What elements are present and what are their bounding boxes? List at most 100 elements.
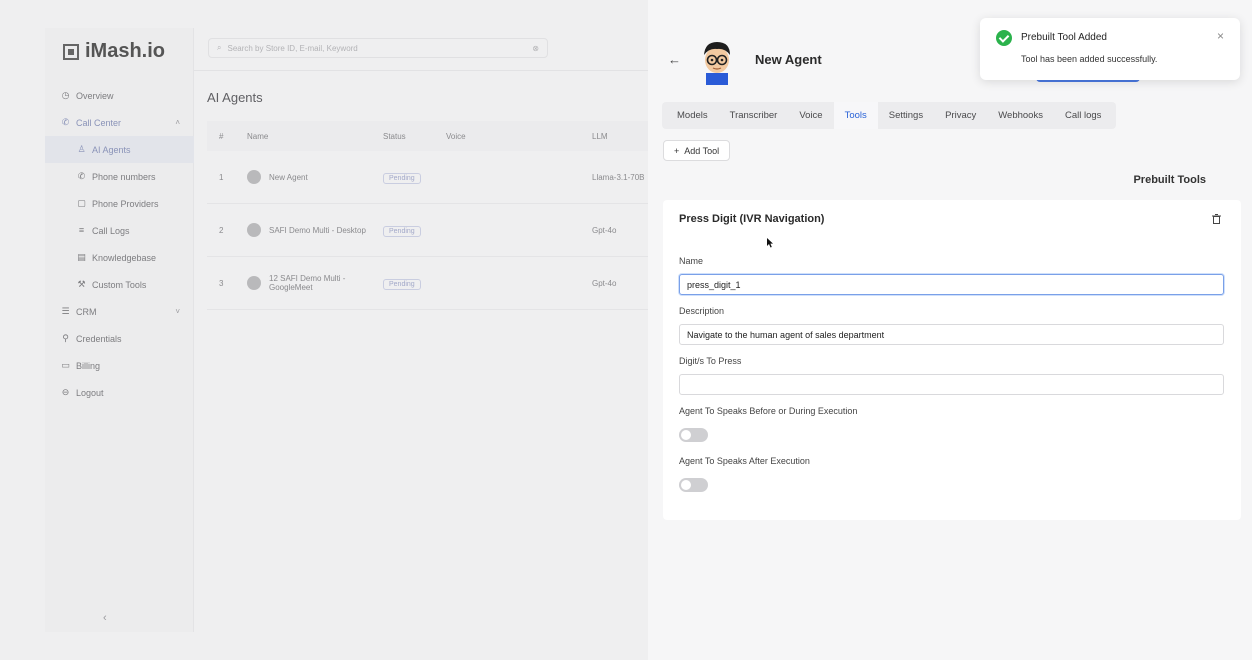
close-icon[interactable]: × (1217, 29, 1224, 43)
row-number: 1 (219, 172, 224, 182)
tab-privacy[interactable]: Privacy (934, 102, 987, 129)
trash-icon[interactable] (1212, 214, 1221, 224)
page-title: AI Agents (207, 90, 263, 105)
description-field[interactable]: Navigate to the human agent of sales dep… (679, 324, 1224, 345)
sidebar-item-phone-providers[interactable]: ▢ Phone Providers (45, 190, 194, 217)
phone-icon: ✆ (77, 171, 86, 181)
status-badge: Pending (383, 225, 421, 237)
search-placeholder: Search by Store ID, E-mail, Keyword (227, 43, 358, 53)
doc-icon: ▤ (77, 252, 86, 262)
sidebar: iMash.io ◷ Overview ✆ Call Center ˄ ♙ AI Age… (45, 28, 194, 632)
wrench-icon: ⚒ (77, 279, 86, 289)
table-row[interactable]: 3 12 SAFI Demo Multi - GoogleMeet Pendin… (207, 257, 648, 310)
sidebar-item-billing[interactable]: ▭ Billing (45, 352, 194, 379)
sidebar-item-logout[interactable]: ⊖ Logout (45, 379, 194, 406)
status-cell: Pending (383, 278, 446, 290)
speak-after-label: Agent To Speaks After Execution (679, 456, 810, 466)
row-number: 2 (219, 225, 224, 235)
agents-table: # Name Status Voice LLM 1 New Agent Pend… (207, 121, 648, 310)
search-icon: ⌕ (217, 43, 222, 52)
tab-tools[interactable]: Tools (833, 102, 878, 129)
digits-field[interactable] (679, 374, 1224, 395)
agent-name: New Agent (269, 172, 308, 182)
speak-after-toggle[interactable] (679, 478, 708, 492)
sidebar-item-label: Custom Tools (92, 279, 147, 290)
column-header: # (219, 131, 224, 141)
sidebar-item-label: Call Logs (92, 225, 130, 236)
column-header: LLM (592, 131, 608, 141)
description-label: Description (679, 306, 725, 316)
toast-title: Prebuilt Tool Added (1021, 32, 1107, 43)
sidebar-item-label: Phone Providers (92, 198, 159, 209)
agent-name-cell: New Agent (247, 170, 383, 184)
tab-call-logs[interactable]: Call logs (1054, 102, 1112, 129)
sidebar-item-label: AI Agents (92, 144, 131, 155)
agent-name: 12 SAFI Demo Multi - GoogleMeet (269, 274, 346, 292)
sidebar-item-call-center[interactable]: ✆ Call Center ˄ (45, 109, 194, 136)
add-tool-button[interactable]: + Add Tool (663, 140, 731, 161)
chevron-up-icon: ˄ (175, 118, 180, 127)
row-number: 3 (219, 278, 224, 288)
clock-icon: ◷ (61, 90, 70, 100)
avatar (247, 170, 261, 184)
sidebar-item-label: Billing (76, 360, 101, 371)
column-header[interactable]: Name (247, 132, 383, 141)
sidebar-item-ai-agents[interactable]: ♙ AI Agents (45, 136, 194, 163)
tab-voice[interactable]: Voice (788, 102, 833, 129)
phone-icon: ✆ (61, 117, 70, 127)
user-icon: ♙ (77, 144, 86, 154)
background-app: iMash.io ◷ Overview ✆ Call Center ˄ ♙ AI Age… (0, 0, 648, 660)
tab-models[interactable]: Models (666, 102, 719, 129)
status-badge: Pending (383, 278, 421, 290)
tab-settings[interactable]: Settings (878, 102, 934, 129)
column-header[interactable]: Voice (446, 132, 592, 141)
digits-label: Digit/s To Press (679, 356, 742, 366)
key-icon: ⚲ (62, 333, 69, 343)
table-header: # Name Status Voice LLM (207, 121, 648, 151)
avatar (247, 276, 261, 290)
agent-drawer: ← New Agent Models Transcriber Voice Too… (648, 0, 1252, 660)
avatar (247, 223, 261, 237)
tab-transcriber[interactable]: Transcriber (719, 102, 789, 129)
name-field[interactable]: press_digit_1 (679, 274, 1224, 295)
agent-name: SAFI Demo Multi - Desktop (269, 225, 366, 235)
sidebar-item-overview[interactable]: ◷ Overview (45, 82, 194, 109)
clear-icon[interactable]: ⊗ (532, 44, 539, 53)
success-toast: Prebuilt Tool Added Tool has been added … (980, 18, 1240, 80)
sidebar-item-crm[interactable]: ☰ CRM ˅ (45, 298, 194, 325)
prebuilt-tools-heading: Prebuilt Tools (1133, 174, 1206, 186)
table-row[interactable]: 1 New Agent Pending Llama-3.1-70B (207, 151, 648, 204)
agent-title: New Agent (755, 52, 822, 67)
sidebar-item-credentials[interactable]: ⚲ Credentials (45, 325, 194, 352)
collapse-sidebar-icon[interactable]: ‹ (103, 612, 107, 624)
sidebar-item-label: Phone numbers (92, 171, 156, 182)
table-row[interactable]: 2 SAFI Demo Multi - Desktop Pending Gpt-… (207, 204, 648, 257)
sidebar-item-label: Credentials (76, 333, 122, 344)
column-header[interactable]: Status (383, 132, 446, 141)
llm-cell: Gpt-4o (592, 225, 617, 235)
add-tool-label: Add Tool (684, 145, 720, 156)
status-badge: Pending (383, 172, 421, 184)
mouse-cursor-icon (767, 238, 773, 248)
logout-icon: ⊖ (61, 387, 70, 397)
logo[interactable]: iMash.io (63, 40, 165, 63)
sidebar-item-knowledgebase[interactable]: ▤ Knowledgebase (45, 244, 194, 271)
sidebar-item-custom-tools[interactable]: ⚒ Custom Tools (45, 271, 194, 298)
speak-before-toggle[interactable] (679, 428, 708, 442)
speak-before-label: Agent To Speaks Before or During Executi… (679, 406, 858, 416)
tool-card-title: Press Digit (IVR Navigation) (679, 213, 825, 225)
status-cell: Pending (383, 172, 446, 184)
sidebar-item-call-logs[interactable]: ≡ Call Logs (45, 217, 194, 244)
tab-webhooks[interactable]: Webhooks (987, 102, 1054, 129)
sidebar-item-phone-numbers[interactable]: ✆ Phone numbers (45, 163, 194, 190)
search-input[interactable]: ⌕ Search by Store ID, E-mail, Keyword ⊗ (208, 38, 548, 58)
back-arrow-icon[interactable]: ← (668, 52, 681, 67)
sidebar-item-label: CRM (76, 306, 97, 317)
llm-cell: Gpt-4o (592, 278, 617, 288)
llm-cell: Llama-3.1-70B (592, 172, 645, 182)
sidebar-item-label: Logout (76, 387, 104, 398)
agent-name-cell: SAFI Demo Multi - Desktop (247, 223, 383, 237)
tab-bar: Models Transcriber Voice Tools Settings … (662, 102, 1117, 129)
divider (194, 70, 648, 71)
sidebar-item-label: Overview (76, 90, 114, 101)
